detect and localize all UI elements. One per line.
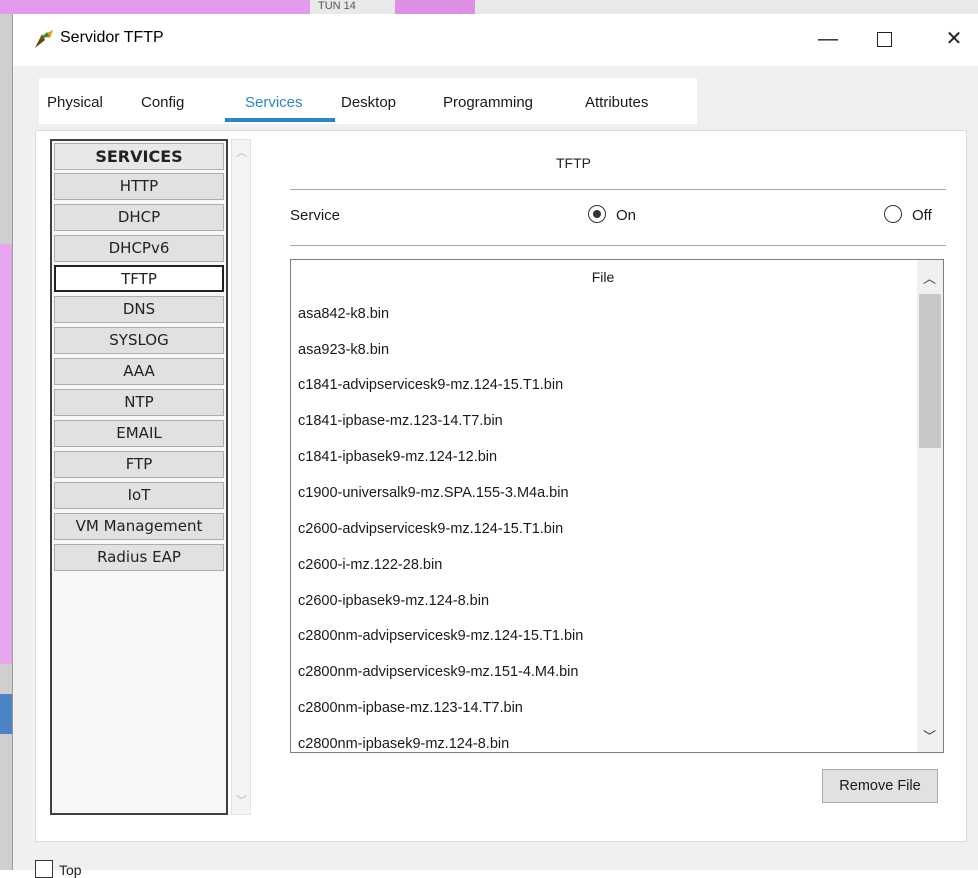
tab-bar: Physical Config Services Desktop Program… [39,78,697,124]
file-row[interactable]: c2600-ipbasek9-mz.124-8.bin [298,593,489,609]
service-off-label[interactable]: Off [912,207,932,224]
scrollbar-thumb[interactable] [919,294,941,448]
background-left-strip [0,14,12,870]
tftp-server-window: Servidor TFTP — ✕ Physical Config Servic… [12,14,978,878]
file-row[interactable]: c1841-ipbasek9-mz.124-12.bin [298,449,497,465]
service-item-radius-eap[interactable]: Radius EAP [54,544,224,571]
remove-file-button[interactable]: Remove File [822,769,938,803]
service-on-radio[interactable] [588,205,606,223]
maximize-button[interactable] [861,24,907,56]
window-title: Servidor TFTP [60,29,164,46]
scroll-down-icon[interactable]: ﹀ [236,792,247,808]
service-item-dns[interactable]: DNS [54,296,224,323]
scroll-up-icon[interactable]: ︿ [236,144,247,160]
tab-config[interactable]: Config [141,94,184,111]
tab-attributes[interactable]: Attributes [585,94,648,111]
service-item-http[interactable]: HTTP [54,173,224,200]
maximize-icon [876,32,892,47]
window-content: Physical Config Services Desktop Program… [13,66,978,878]
tab-programming[interactable]: Programming [443,94,533,111]
file-row[interactable]: asa923-k8.bin [298,342,389,358]
file-row[interactable]: c1841-advipservicesk9-mz.124-15.T1.bin [298,377,563,393]
background-label: TUN 14 [318,0,356,12]
file-row[interactable]: c1900-universalk9-mz.SPA.155-3.M4a.bin [298,485,569,501]
top-checkbox-label[interactable]: Top [59,862,82,878]
scroll-up-icon[interactable]: ︿ [923,268,936,287]
tftp-title: TFTP [556,155,591,171]
service-label: Service [290,207,341,224]
title-bar[interactable]: Servidor TFTP — ✕ [13,14,978,66]
divider [290,245,946,246]
file-row[interactable]: asa842-k8.bin [298,306,389,322]
service-off-radio[interactable] [884,205,902,223]
active-tab-indicator [225,118,335,122]
service-item-email[interactable]: EMAIL [54,420,224,447]
file-row[interactable]: c2600-i-mz.122-28.bin [298,557,442,573]
file-row[interactable]: c2800nm-advipservicesk9-mz.124-15.T1.bin [298,628,583,644]
file-row[interactable]: c1841-ipbase-mz.123-14.T7.bin [298,413,503,429]
service-item-dhcpv6[interactable]: DHCPv6 [54,235,224,262]
service-item-iot[interactable]: IoT [54,482,224,509]
service-item-ntp[interactable]: NTP [54,389,224,416]
service-item-ftp[interactable]: FTP [54,451,224,478]
minimize-button[interactable]: — [805,24,851,56]
background-desktop: TUN 14 [0,0,978,14]
file-column-header: File [591,269,615,285]
service-item-vm-management[interactable]: VM Management [54,513,224,540]
file-row[interactable]: c2600-advipservicesk9-mz.124-15.T1.bin [298,521,563,537]
file-row[interactable]: c2800nm-ipbasek9-mz.124-8.bin [298,736,509,752]
file-row[interactable]: c2800nm-ipbase-mz.123-14.T7.bin [298,700,523,716]
tab-services[interactable]: Services [245,94,303,111]
services-header: SERVICES [54,143,224,170]
file-list[interactable]: File asa842-k8.bin asa923-k8.bin c1841-a… [290,259,944,753]
service-item-syslog[interactable]: SYSLOG [54,327,224,354]
service-item-aaa[interactable]: AAA [54,358,224,385]
file-row[interactable]: c2800nm-advipservicesk9-mz.151-4.M4.bin [298,664,578,680]
file-list-scrollbar[interactable]: ︿ ﹀ [917,260,943,752]
router-icon [35,30,53,48]
top-checkbox[interactable] [35,860,53,878]
scroll-down-icon[interactable]: ﹀ [923,726,936,745]
services-scrollbar[interactable]: ︿ ﹀ [231,139,251,815]
service-item-tftp[interactable]: TFTP [54,265,224,292]
divider [290,189,946,190]
service-on-label[interactable]: On [616,207,636,224]
tab-physical[interactable]: Physical [47,94,103,111]
close-button[interactable]: ✕ [931,24,977,56]
service-item-dhcp[interactable]: DHCP [54,204,224,231]
tab-desktop[interactable]: Desktop [341,94,396,111]
services-panel: SERVICES HTTP DHCP DHCPv6 TFTP DNS SYSLO… [35,130,967,842]
services-list: SERVICES HTTP DHCP DHCPv6 TFTP DNS SYSLO… [50,139,228,815]
